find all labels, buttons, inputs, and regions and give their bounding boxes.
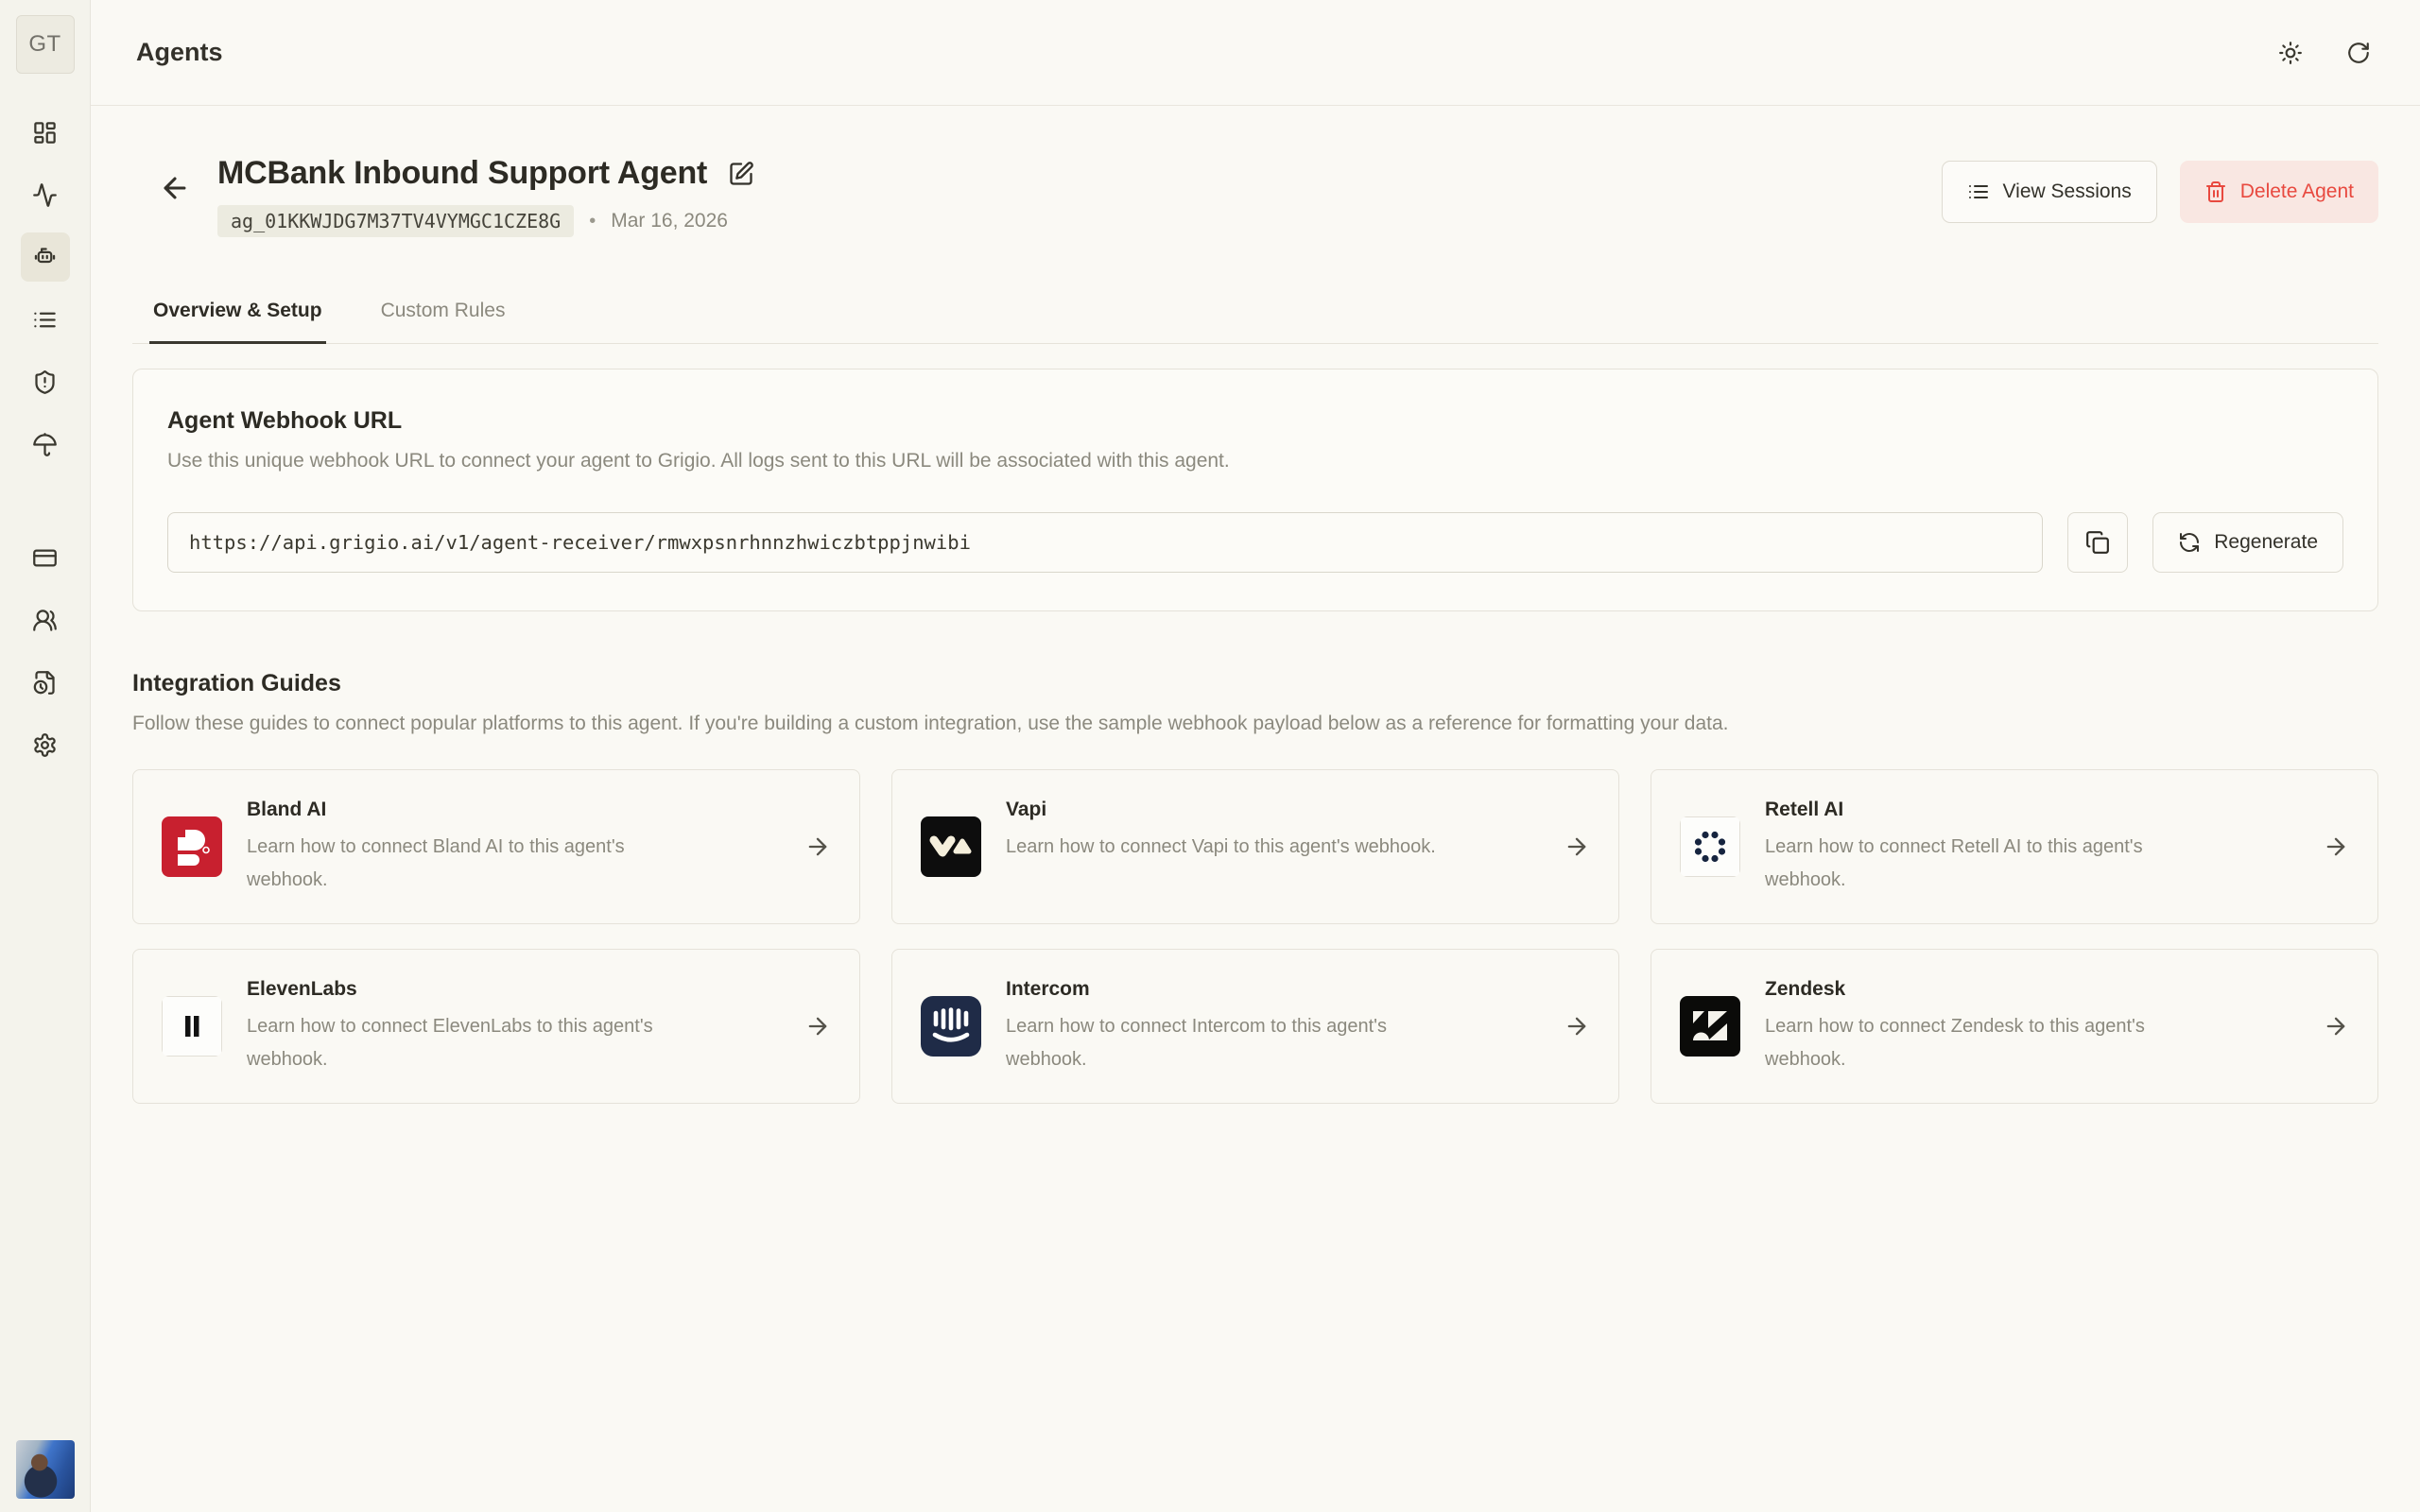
sidebar-item-logs[interactable] bbox=[21, 295, 70, 344]
integration-name: Bland AI bbox=[247, 799, 791, 821]
sidebar: GT bbox=[0, 0, 91, 1512]
refresh-icon bbox=[2346, 41, 2371, 65]
refresh-ccw-icon bbox=[2178, 531, 2201, 554]
edit-icon bbox=[728, 161, 754, 187]
arrow-right-icon bbox=[2323, 833, 2349, 860]
webhook-card: Agent Webhook URL Use this unique webhoo… bbox=[132, 369, 2378, 611]
sidebar-item-agents[interactable] bbox=[21, 232, 70, 282]
integration-name: Retell AI bbox=[1765, 799, 2309, 821]
webhook-url-row: Regenerate bbox=[167, 512, 2343, 573]
integration-name: Zendesk bbox=[1765, 978, 2309, 1001]
shield-alert-icon bbox=[32, 369, 58, 395]
regenerate-url-button[interactable]: Regenerate bbox=[2152, 512, 2343, 573]
arrow-right-icon bbox=[804, 1013, 831, 1040]
arrow-right-icon bbox=[1564, 833, 1590, 860]
agent-meta: ag_01KKWJDG7M37TV4VYMGC1CZE8G • Mar 16, … bbox=[217, 205, 754, 237]
refresh-button[interactable] bbox=[2346, 41, 2371, 65]
topbar-actions bbox=[2278, 41, 2371, 65]
workspace-logo[interactable]: GT bbox=[16, 15, 75, 74]
users-icon bbox=[32, 608, 58, 633]
intercom-logo bbox=[921, 996, 981, 1057]
delete-agent-button[interactable]: Delete Agent bbox=[2180, 161, 2378, 223]
edit-title-button[interactable] bbox=[728, 161, 754, 187]
integration-description: Learn how to connect Vapi to this agent'… bbox=[1006, 831, 1460, 864]
integration-name: Vapi bbox=[1006, 799, 1550, 821]
integration-description: Learn how to connect Retell AI to this a… bbox=[1765, 831, 2219, 897]
arrow-right-icon bbox=[804, 833, 831, 860]
tab-overview-setup[interactable]: Overview & Setup bbox=[149, 300, 326, 344]
arrow-left-icon bbox=[159, 172, 191, 204]
integration-card-vapi[interactable]: Vapi Learn how to connect Vapi to this a… bbox=[891, 769, 1619, 924]
credit-card-icon bbox=[32, 545, 58, 571]
vapi-logo bbox=[921, 816, 981, 877]
delete-agent-label: Delete Agent bbox=[2240, 180, 2354, 203]
zendesk-logo bbox=[1680, 996, 1740, 1057]
copy-icon bbox=[2085, 530, 2110, 555]
integration-cards-grid: Bland AI Learn how to connect Bland AI t… bbox=[132, 769, 2378, 1104]
agent-title: MCBank Inbound Support Agent bbox=[217, 155, 707, 192]
agent-id-badge: ag_01KKWJDG7M37TV4VYMGC1CZE8G bbox=[217, 205, 574, 237]
tab-bar: Overview & Setup Custom Rules bbox=[132, 300, 2378, 344]
topbar: Agents bbox=[91, 0, 2420, 106]
main-area: Agents MCBank Inbound Support Agent bbox=[91, 0, 2420, 1512]
webhook-card-title: Agent Webhook URL bbox=[167, 407, 2343, 435]
integration-name: ElevenLabs bbox=[247, 978, 791, 1001]
sidebar-item-alerts[interactable] bbox=[21, 357, 70, 406]
integration-description: Learn how to connect ElevenLabs to this … bbox=[247, 1010, 700, 1076]
integration-card-zendesk[interactable]: Zendesk Learn how to connect Zendesk to … bbox=[1651, 949, 2378, 1104]
integrations-title: Integration Guides bbox=[132, 670, 2378, 697]
arrow-right-icon bbox=[1564, 1013, 1590, 1040]
integration-card-elevenlabs[interactable]: ElevenLabs Learn how to connect ElevenLa… bbox=[132, 949, 860, 1104]
integration-description: Learn how to connect Bland AI to this ag… bbox=[247, 831, 700, 897]
view-sessions-button[interactable]: View Sessions bbox=[1942, 161, 2157, 223]
trash-icon bbox=[2204, 180, 2227, 203]
bot-icon bbox=[32, 245, 58, 270]
list-icon bbox=[32, 307, 58, 333]
sidebar-item-billing[interactable] bbox=[21, 533, 70, 582]
elevenlabs-logo bbox=[162, 996, 222, 1057]
sessions-list-icon bbox=[1967, 180, 1990, 203]
bland-logo bbox=[162, 816, 222, 877]
head-actions: View Sessions Delete Agent bbox=[1942, 161, 2378, 223]
page-head: MCBank Inbound Support Agent ag_01KKWJDG… bbox=[132, 155, 2378, 237]
retell-logo bbox=[1680, 816, 1740, 877]
file-clock-icon bbox=[32, 670, 58, 696]
sun-icon bbox=[2278, 41, 2303, 65]
title-block: MCBank Inbound Support Agent ag_01KKWJDG… bbox=[217, 155, 754, 237]
agent-date: Mar 16, 2026 bbox=[611, 210, 728, 232]
sidebar-item-team[interactable] bbox=[21, 595, 70, 644]
page-section-title: Agents bbox=[136, 38, 223, 67]
integration-card-bland-ai[interactable]: Bland AI Learn how to connect Bland AI t… bbox=[132, 769, 860, 924]
integration-description: Learn how to connect Zendesk to this age… bbox=[1765, 1010, 2219, 1076]
sidebar-item-dashboard[interactable] bbox=[21, 108, 70, 157]
integration-card-intercom[interactable]: Intercom Learn how to connect Intercom t… bbox=[891, 949, 1619, 1104]
sidebar-item-history[interactable] bbox=[21, 658, 70, 707]
regenerate-label: Regenerate bbox=[2214, 531, 2318, 554]
settings-icon bbox=[32, 732, 58, 758]
back-button[interactable] bbox=[159, 172, 191, 204]
umbrella-icon bbox=[32, 432, 58, 457]
view-sessions-label: View Sessions bbox=[2003, 180, 2132, 203]
user-avatar[interactable] bbox=[16, 1440, 75, 1499]
activity-icon bbox=[32, 182, 58, 208]
webhook-url-input[interactable] bbox=[167, 512, 2043, 573]
workspace-logo-text: GT bbox=[28, 31, 60, 58]
integrations-description: Follow these guides to connect popular p… bbox=[132, 713, 2378, 735]
webhook-card-description: Use this unique webhook URL to connect y… bbox=[167, 450, 2343, 472]
copy-url-button[interactable] bbox=[2067, 512, 2128, 573]
integration-card-retell-ai[interactable]: Retell AI Learn how to connect Retell AI… bbox=[1651, 769, 2378, 924]
sidebar-item-activity[interactable] bbox=[21, 170, 70, 219]
dashboard-icon bbox=[32, 120, 58, 146]
sidebar-item-coverage[interactable] bbox=[21, 420, 70, 469]
integration-description: Learn how to connect Intercom to this ag… bbox=[1006, 1010, 1460, 1076]
arrow-right-icon bbox=[2323, 1013, 2349, 1040]
tab-custom-rules[interactable]: Custom Rules bbox=[377, 300, 510, 344]
sidebar-nav bbox=[21, 108, 70, 769]
theme-toggle-button[interactable] bbox=[2278, 41, 2303, 65]
integration-name: Intercom bbox=[1006, 978, 1550, 1001]
sidebar-item-settings[interactable] bbox=[21, 720, 70, 769]
meta-separator: • bbox=[589, 211, 596, 232]
content: MCBank Inbound Support Agent ag_01KKWJDG… bbox=[91, 106, 2420, 1512]
